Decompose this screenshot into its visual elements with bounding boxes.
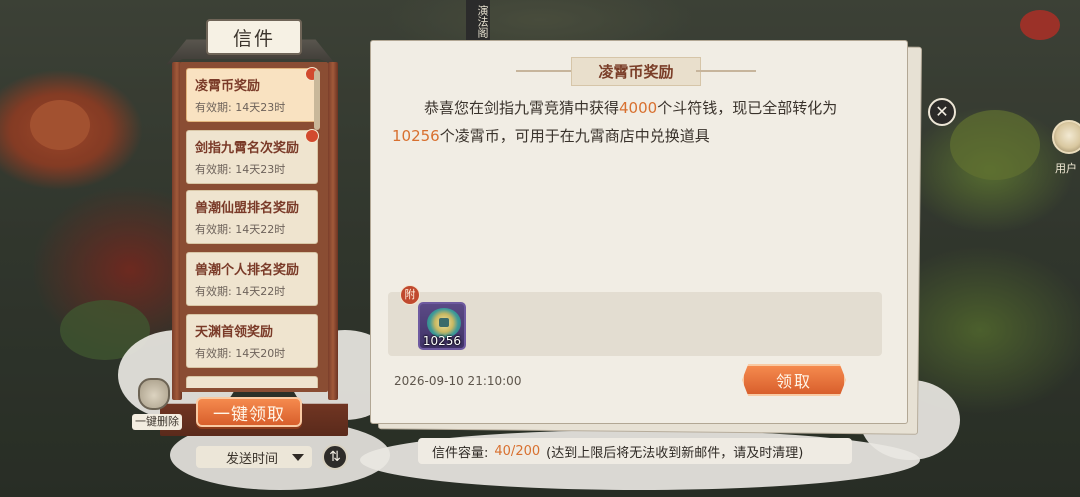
delete-all-button[interactable]: 一键删除	[132, 414, 182, 430]
mail-item-title: 剑指九霄名次奖励	[195, 141, 300, 156]
sort-order-toggle-icon[interactable]: ⇅	[322, 444, 348, 470]
mail-item-title: 兽潮个人排名奖励	[195, 263, 300, 278]
mail-list-item[interactable]: 天渊首领奖励 有效期: 14天20时	[186, 314, 318, 368]
detail-title-bar: 凌霄币奖励	[516, 56, 756, 86]
mail-panel-title: 信件	[206, 19, 302, 55]
unread-badge-icon	[305, 129, 319, 143]
delete-bag-icon[interactable]	[138, 378, 170, 410]
mail-list-item[interactable]: 凌霄币奖励 有效期: 14天23时	[186, 68, 318, 122]
claim-button[interactable]: 领取	[742, 364, 846, 396]
mail-list-item-partial[interactable]	[186, 376, 318, 388]
mail-list[interactable]: 凌霄币奖励 有效期: 14天23时 剑指九霄名次奖励 有效期: 14天23时 兽…	[186, 66, 322, 388]
mail-item-title: 天渊首领奖励	[195, 325, 274, 340]
detail-title: 凌霄币奖励	[571, 56, 701, 86]
mail-item-expiry: 有效期: 14天22时	[195, 223, 286, 236]
mail-item-title: 凌霄币奖励	[195, 79, 261, 94]
mail-item-expiry: 有效期: 14天22时	[195, 285, 286, 298]
mail-list-item[interactable]: 兽潮仙盟排名奖励 有效期: 14天22时	[186, 190, 318, 244]
converted-amount: 10256	[392, 127, 440, 145]
user-avatar-icon[interactable]	[1052, 120, 1080, 154]
pillar-right	[328, 62, 338, 400]
mail-list-scrollbar[interactable]	[314, 70, 320, 130]
mail-capacity-bar: 信件容量: 40/200 (达到上限后将无法收到新邮件，请及时清理)	[418, 438, 852, 464]
mail-item-expiry: 有效期: 14天23时	[195, 163, 286, 176]
attachment-count: 10256	[422, 334, 461, 348]
mail-item-expiry: 有效期: 14天20时	[195, 347, 286, 360]
close-icon[interactable]: ✕	[928, 98, 956, 126]
temple-sign: 演法阁	[466, 0, 490, 40]
attachment-tag-icon: 附	[400, 285, 420, 305]
sort-dropdown[interactable]: 发送时间	[196, 446, 312, 468]
capacity-note: (达到上限后将无法收到新邮件，请及时清理)	[546, 445, 804, 461]
capacity-label: 信件容量:	[432, 445, 489, 461]
detail-body: 恭喜您在剑指九霄竞猜中获得4000个斗符钱，现已全部转化为10256个凌霄币，可…	[392, 99, 838, 145]
capacity-value: 40/200	[494, 443, 541, 459]
claim-all-button[interactable]: 一键领取	[196, 397, 302, 427]
mail-item-expiry: 有效期: 14天23时	[195, 101, 286, 114]
reward-amount: 4000	[619, 99, 658, 117]
sort-dropdown-label: 发送时间	[226, 451, 279, 467]
chevron-down-icon	[292, 454, 304, 461]
mail-list-item[interactable]: 兽潮个人排名奖励 有效期: 14天22时	[186, 252, 318, 306]
mail-list-item[interactable]: 剑指九霄名次奖励 有效期: 14天23时	[186, 130, 318, 184]
mail-item-title: 兽潮仙盟排名奖励	[195, 201, 300, 216]
user-icon-label: 用户	[1055, 162, 1077, 175]
sent-timestamp: 2026-09-10 21:10:00	[394, 374, 522, 388]
attachment-item[interactable]: 10256	[418, 302, 466, 350]
